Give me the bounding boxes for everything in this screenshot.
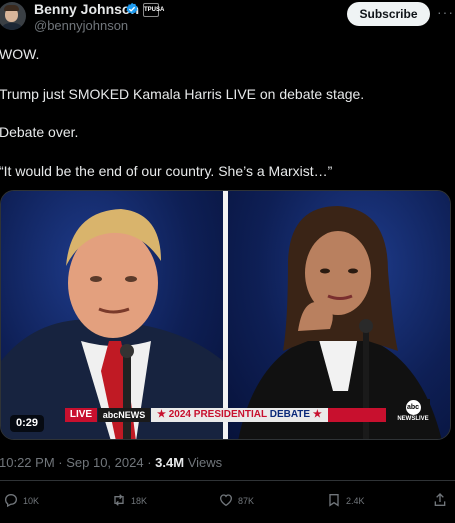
tweet-text-line: “It would be the end of our country. She… xyxy=(0,163,333,179)
video-frame-left xyxy=(1,191,223,439)
abc-logo-circle: abc xyxy=(405,400,421,415)
tweet-time[interactable]: 10:22 PM xyxy=(0,455,55,470)
bookmark-icon xyxy=(329,494,339,507)
reply-count: 10K xyxy=(23,496,40,506)
like-count: 87K xyxy=(238,496,255,506)
abc-news-live-logo: abc NEWSLIVE xyxy=(396,399,430,429)
subscribe-button[interactable]: Subscribe xyxy=(347,2,430,26)
banner-title: ★ 2024 PRESIDENTIAL DEBATE ★ xyxy=(151,408,386,422)
live-label: LIVE xyxy=(65,408,97,422)
video-duration: 0:29 xyxy=(10,415,44,432)
video-player[interactable]: LIVE abcNEWS ★ 2024 PRESIDENTIAL DEBATE … xyxy=(0,190,451,440)
reply-icon xyxy=(4,493,18,508)
bookmark-count: 2.4K xyxy=(346,496,365,506)
banner-title-suffix: ★ xyxy=(310,409,322,420)
views-count: 3.4M xyxy=(155,455,185,470)
banner-title-word: DEBATE xyxy=(269,409,311,420)
divider xyxy=(0,480,455,481)
more-options-icon[interactable]: ··· xyxy=(437,4,454,20)
tweet-date[interactable]: Sep 10, 2024 xyxy=(66,455,143,470)
tweet-text-line: Debate over. xyxy=(0,124,79,140)
repost-icon xyxy=(114,494,124,506)
verified-badge-icon xyxy=(126,2,138,14)
author-handle[interactable]: @bennyjohnson xyxy=(34,18,128,33)
heart-icon xyxy=(219,494,233,507)
author-name[interactable]: Benny Johnson xyxy=(34,1,139,17)
abc-logo-text: NEWSLIVE xyxy=(397,416,429,422)
share-icon xyxy=(434,493,446,506)
speaker-left-figure xyxy=(1,209,223,439)
network-label: abcNEWS xyxy=(98,408,150,422)
author-avatar[interactable] xyxy=(0,2,26,30)
repost-count: 18K xyxy=(131,496,148,506)
meta-separator: · xyxy=(147,455,156,470)
views-label: Views xyxy=(187,455,223,470)
banner-tail xyxy=(328,408,386,422)
tweet-text-line: WOW. xyxy=(0,46,40,62)
affiliation-badge[interactable]: TPUSA xyxy=(143,3,164,17)
tweet-text-line: Trump just SMOKED Kamala Harris LIVE on … xyxy=(0,86,365,102)
lower-third-banner: LIVE abcNEWS ★ 2024 PRESIDENTIAL DEBATE … xyxy=(65,408,386,422)
tweet-header: Benny Johnson TPUSA @bennyjohnson Subscr… xyxy=(0,0,455,40)
tweet-meta: 10:22 PM · Sep 10, 2024 · 3.4M Views xyxy=(0,455,222,470)
banner-title-prefix: ★ 2024 PRESIDENTIAL xyxy=(157,409,270,420)
